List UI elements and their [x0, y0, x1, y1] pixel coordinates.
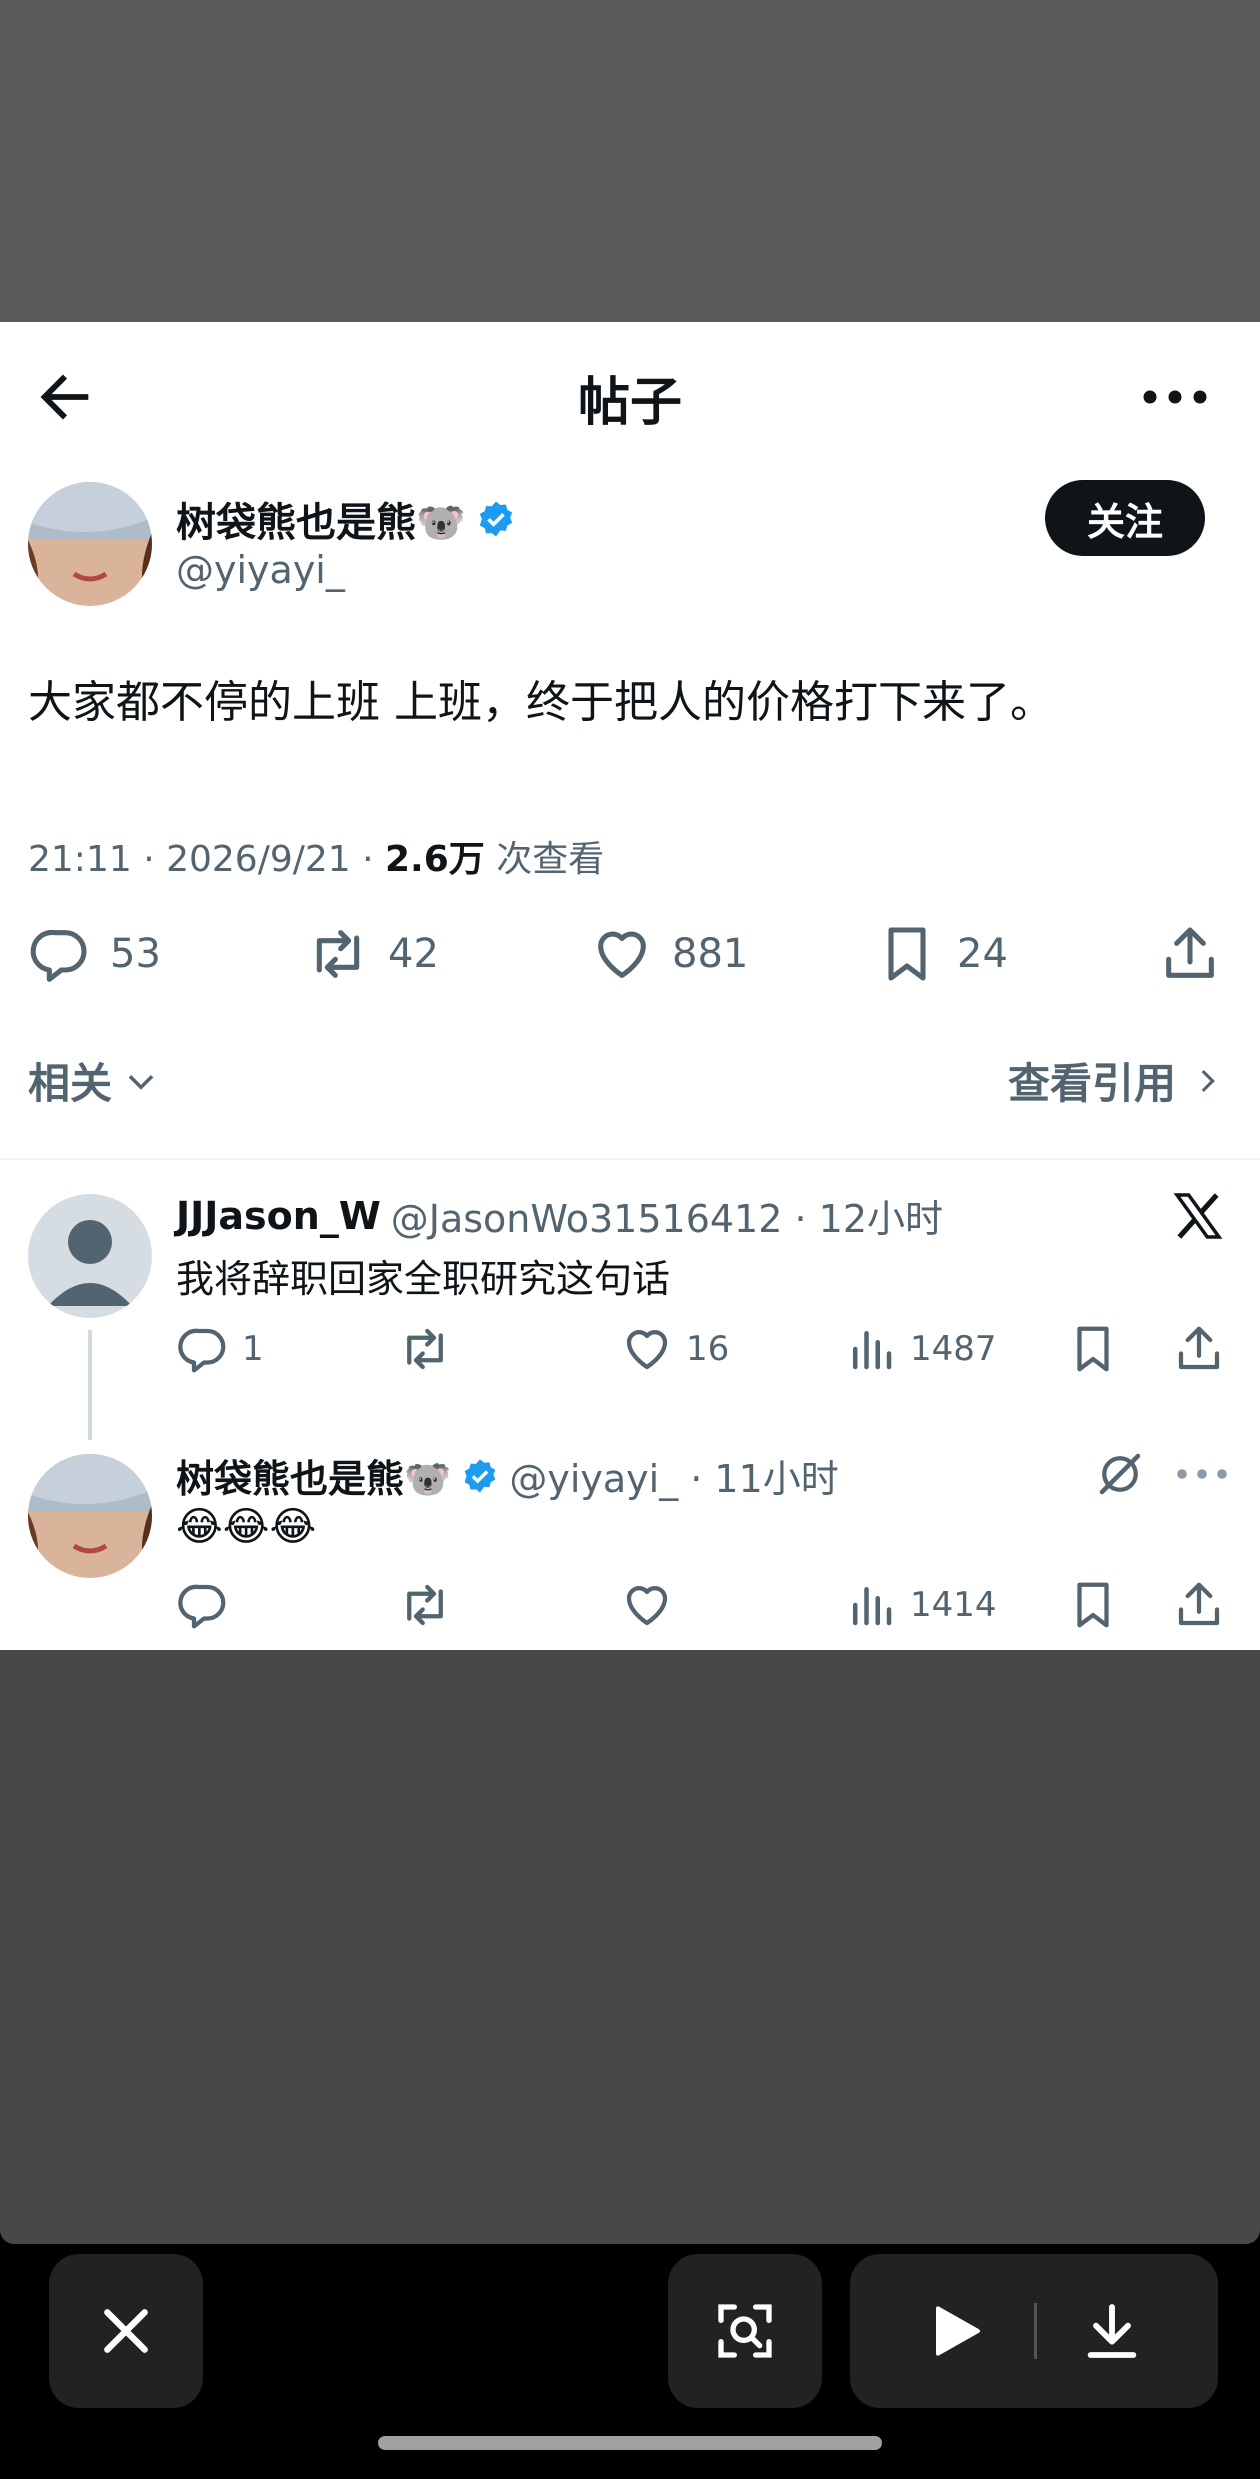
author-name-row[interactable]: 树袋熊也是熊🐨 [176, 490, 516, 548]
reply-header: 树袋熊也是熊🐨 @yiyayi_ · 11小时 [176, 1448, 839, 1503]
verified-badge-icon [479, 501, 512, 537]
share-icon [1178, 1326, 1220, 1370]
reply-avatar[interactable] [28, 1454, 152, 1578]
reply-retweet-action[interactable] [398, 1322, 464, 1376]
reply-icon [178, 1584, 226, 1629]
bookmark-action[interactable]: 24 [875, 922, 1008, 986]
top-bar: 帖子 [0, 322, 1260, 462]
reply-handle-time[interactable]: @JasonWo31516412 · 12小时 [391, 1188, 943, 1243]
post-text: 大家都不停的上班 上班，终于把人的价格打下来了。 [28, 677, 1054, 728]
close-icon [104, 2309, 148, 2353]
share-action[interactable] [1158, 922, 1222, 986]
close-button[interactable] [49, 2254, 203, 2408]
like-action[interactable]: 881 [590, 922, 748, 986]
retweet-count: 42 [388, 931, 439, 977]
verified-badge-icon [464, 1458, 496, 1493]
bookmark-icon [1077, 1582, 1109, 1628]
scan-icon [718, 2304, 772, 2358]
like-icon [598, 931, 646, 978]
reply-author-name[interactable]: 树袋熊也是熊🐨 [176, 1448, 451, 1503]
more-icon[interactable] [1140, 372, 1210, 422]
reply-views-count: 1487 [910, 1329, 997, 1369]
reply-author-name[interactable]: JJJason_W [176, 1194, 381, 1238]
reply-count: 53 [110, 931, 161, 977]
like-icon [626, 1586, 668, 1626]
reply-text: 我将辞职回家全职研究这句话 [176, 1257, 671, 1301]
bookmark-icon [888, 927, 926, 981]
reply-icon [178, 1328, 226, 1373]
author-handle[interactable]: @yiyayi_ [176, 548, 345, 592]
views-label: 次查看 [484, 839, 605, 880]
chevron-down-icon [128, 1074, 154, 1090]
scan-button[interactable] [668, 2254, 822, 2408]
post-actions: 53 42 881 24 [0, 922, 1260, 1002]
reply-like-count: 16 [686, 1329, 730, 1369]
reply-avatar[interactable] [28, 1194, 152, 1318]
views-count: 2.6万 [385, 839, 485, 880]
overlay-bottom [0, 1650, 1260, 2244]
views-icon [853, 1331, 892, 1370]
share-icon [1166, 927, 1214, 978]
reply-icon [30, 929, 87, 982]
follow-button[interactable]: 关注 [1045, 480, 1205, 556]
download-icon[interactable] [1080, 2299, 1144, 2363]
reply-views-count: 1414 [910, 1585, 997, 1625]
retweet-icon [407, 1328, 443, 1370]
reply-handle-time[interactable]: @yiyayi_ · 11小时 [509, 1448, 838, 1503]
related-toggle[interactable]: 相关 [28, 1050, 160, 1111]
reply-share-action[interactable] [1172, 1578, 1226, 1632]
more-icon[interactable] [1172, 1447, 1232, 1501]
reply-bookmark-action[interactable] [1066, 1322, 1120, 1376]
view-quotes-link[interactable]: 查看引用 [1008, 1050, 1224, 1111]
reply-action[interactable]: 53 [28, 922, 161, 986]
bookmark-icon [1077, 1326, 1109, 1372]
post-meta: 21:11 · 2026/9/21 · 2.6万 次查看 [28, 830, 604, 882]
retweet-action[interactable]: 42 [306, 922, 439, 986]
reply-share-action[interactable] [1172, 1322, 1226, 1376]
reply-reply-count: 1 [242, 1329, 264, 1369]
chevron-right-icon [1201, 1069, 1215, 1092]
page-title: 帖子 [577, 373, 682, 433]
toolbar-separator [1034, 2303, 1037, 2359]
post-card: 帖子 树袋熊也是熊🐨 @yiyayi_ 关注 大家都不停的上班 上班，终于把人的… [0, 322, 1260, 1650]
home-indicator[interactable] [378, 2436, 882, 2450]
bookmark-count: 24 [957, 931, 1008, 977]
retweet-icon [316, 930, 360, 978]
author-avatar[interactable] [28, 482, 152, 606]
reply-reply-action[interactable]: 1 [176, 1322, 264, 1376]
like-icon [626, 1330, 668, 1370]
play-icon[interactable] [922, 2299, 986, 2363]
reply-reply-action[interactable] [176, 1578, 242, 1632]
grok-icon[interactable] [1093, 1447, 1147, 1501]
x-logo-icon [1173, 1193, 1223, 1239]
reply-bookmark-action[interactable] [1066, 1578, 1120, 1632]
related-label: 相关 [28, 1059, 113, 1108]
reply-views-action[interactable]: 1414 [844, 1578, 997, 1632]
like-count: 881 [672, 931, 749, 977]
reply-like-action[interactable]: 16 [620, 1322, 729, 1376]
reply-actions: 1 16 1487 [0, 1322, 1260, 1382]
overlay-top [0, 0, 1260, 322]
reply-retweet-action[interactable] [398, 1578, 464, 1632]
post-time: 21:11 · 2026/9/21 · [28, 839, 385, 880]
reply-header: JJJason_W @JasonWo31516412 · 12小时 [176, 1188, 943, 1243]
reply-views-action[interactable]: 1487 [844, 1322, 997, 1376]
author-name[interactable]: 树袋熊也是熊🐨 [176, 490, 466, 548]
view-quotes-label: 查看引用 [1007, 1059, 1176, 1108]
divider [0, 1158, 1260, 1160]
views-icon [853, 1587, 892, 1626]
reply-actions: 1414 [0, 1578, 1260, 1638]
reply-like-action[interactable] [620, 1578, 686, 1632]
reply-text: 😂😂😂 [176, 1504, 317, 1550]
share-icon [1178, 1582, 1220, 1626]
retweet-icon [407, 1584, 443, 1626]
